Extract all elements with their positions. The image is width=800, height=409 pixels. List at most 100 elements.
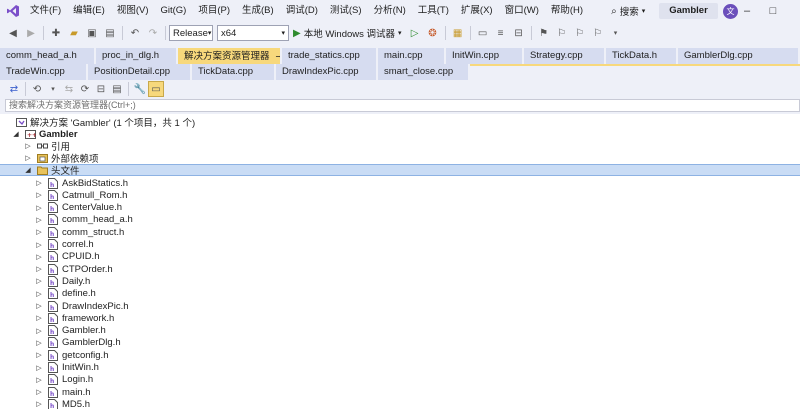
menu-item[interactable]: 调试(D) — [280, 0, 324, 22]
collapse-all-icon[interactable]: ⊟ — [93, 81, 109, 97]
maximize-icon[interactable]: □ — [760, 0, 786, 22]
header-file-item[interactable]: ▷ h correl.h — [0, 239, 800, 251]
collapsed-arrow-icon[interactable]: ▷ — [35, 177, 43, 189]
document-tab[interactable]: comm_head_a.h — [0, 48, 96, 64]
document-tab[interactable]: GamblerDlg.cpp — [678, 48, 800, 64]
format-icon[interactable]: ≡ — [492, 24, 510, 42]
tab-solution-explorer[interactable]: 解决方案资源管理器⊸✕ — [178, 48, 282, 64]
menu-item[interactable]: 工具(T) — [412, 0, 455, 22]
header-file-item[interactable]: ▷ h CPUID.h — [0, 251, 800, 263]
collapsed-arrow-icon[interactable]: ▷ — [35, 226, 43, 238]
collapsed-arrow-icon[interactable]: ▷ — [35, 300, 43, 312]
menu-item[interactable]: 文件(F) — [24, 0, 67, 22]
expanded-arrow-icon[interactable]: ◢ — [12, 128, 20, 140]
external-deps-node[interactable]: ▷ 外部依赖项 — [0, 152, 800, 165]
menu-item[interactable]: 项目(P) — [192, 0, 236, 22]
header-file-item[interactable]: ▷ h getconfig.h — [0, 349, 800, 361]
document-tab[interactable]: Strategy.cpp — [524, 48, 606, 64]
save-all-icon[interactable]: ▤ — [101, 24, 119, 42]
toolbar-options-icon[interactable]: ▾ — [607, 24, 625, 42]
collapsed-arrow-icon[interactable]: ▷ — [24, 140, 32, 152]
header-file-item[interactable]: ▷ h AskBidStatics.h — [0, 177, 800, 189]
collapsed-arrow-icon[interactable]: ▷ — [35, 325, 43, 337]
header-file-item[interactable]: ▷ h Login.h — [0, 374, 800, 386]
collapsed-arrow-icon[interactable]: ▷ — [35, 214, 43, 226]
collapsed-arrow-icon[interactable]: ▷ — [35, 374, 43, 386]
clear-bookmarks-icon[interactable]: ⚐ — [589, 24, 607, 42]
header-file-item[interactable]: ▷ h CTPOrder.h — [0, 263, 800, 275]
back-icon[interactable]: ◀ — [4, 24, 22, 42]
collapsed-arrow-icon[interactable]: ▷ — [35, 362, 43, 374]
menu-item[interactable]: 分析(N) — [368, 0, 412, 22]
chevron-down-icon[interactable]: ▾ — [45, 81, 61, 97]
document-tab[interactable]: smart_close.cpp — [378, 64, 470, 80]
next-bookmark-icon[interactable]: ⚐ — [571, 24, 589, 42]
solution-node[interactable]: 解决方案 'Gambler' (1 个项目，共 1 个) — [0, 116, 800, 129]
solution-explorer-search-input[interactable]: 搜索解决方案资源管理器(Ctrl+;) — [5, 99, 800, 112]
collapsed-arrow-icon[interactable]: ▷ — [35, 337, 43, 349]
project-node[interactable]: ◢ ++ Gambler — [0, 128, 800, 140]
header-file-item[interactable]: ▷ h DrawIndexPic.h — [0, 300, 800, 312]
undo-icon[interactable]: ↶ — [126, 24, 144, 42]
preview-selected-icon[interactable]: ▭ — [148, 81, 164, 97]
collapsed-arrow-icon[interactable]: ▷ — [35, 386, 43, 398]
configuration-dropdown[interactable]: Release ▾ — [169, 25, 213, 41]
header-file-item[interactable]: ▷ h comm_struct.h — [0, 226, 800, 238]
redo-icon[interactable]: ↷ — [144, 24, 162, 42]
collapsed-arrow-icon[interactable]: ▷ — [35, 398, 43, 409]
document-tab[interactable]: InitWin.cpp — [446, 48, 524, 64]
start-without-debugging-icon[interactable]: ▷ — [406, 24, 424, 42]
menu-item[interactable]: 帮助(H) — [545, 0, 589, 22]
header-file-item[interactable]: ▷ h framework.h — [0, 312, 800, 324]
document-tab[interactable]: TickData.cpp — [192, 64, 276, 80]
browse-icon[interactable]: ▦ — [449, 24, 467, 42]
header-file-item[interactable]: ▷ h CenterValue.h — [0, 202, 800, 214]
minimize-icon[interactable]: – — [734, 0, 760, 22]
document-tab[interactable]: main.cpp — [378, 48, 446, 64]
prev-bookmark-icon[interactable]: ⚐ — [553, 24, 571, 42]
hot-reload-icon[interactable]: ❂ — [424, 24, 442, 42]
collapsed-arrow-icon[interactable]: ▷ — [35, 349, 43, 361]
menu-item[interactable]: 编辑(E) — [67, 0, 111, 22]
sync-with-document-icon[interactable]: ⇆ — [61, 81, 77, 97]
visual-studio-logo-icon[interactable] — [2, 0, 24, 22]
open-folder-icon[interactable]: ▰ — [65, 24, 83, 42]
header-file-item[interactable]: ▷ h define.h — [0, 288, 800, 300]
collapsed-arrow-icon[interactable]: ▷ — [35, 251, 43, 263]
show-all-files-icon[interactable]: ▤ — [109, 81, 125, 97]
document-tab[interactable]: DrawIndexPic.cpp — [276, 64, 378, 80]
expanded-arrow-icon[interactable]: ◢ — [24, 164, 32, 176]
collapsed-arrow-icon[interactable]: ▷ — [35, 263, 43, 275]
header-file-item[interactable]: ▷ h Gambler.h — [0, 325, 800, 337]
document-tab[interactable]: TickData.h — [606, 48, 678, 64]
header-file-item[interactable]: ▷ h Daily.h — [0, 275, 800, 287]
collapsed-arrow-icon[interactable]: ▷ — [35, 275, 43, 287]
bookmark-icon[interactable]: ⚑ — [535, 24, 553, 42]
switch-views-icon[interactable]: ⇄ — [6, 81, 22, 97]
properties-wrench-icon[interactable]: 🔧 — [132, 81, 148, 97]
new-item-icon[interactable]: ✚ — [47, 24, 65, 42]
window-layout-icon[interactable]: ▭ — [474, 24, 492, 42]
collapsed-arrow-icon[interactable]: ▷ — [35, 189, 43, 201]
sync-history-icon[interactable]: ⟲ — [29, 81, 45, 97]
menu-item[interactable]: 窗口(W) — [499, 0, 545, 22]
collapsed-arrow-icon[interactable]: ▷ — [35, 312, 43, 324]
document-tab[interactable]: trade_statics.cpp — [282, 48, 378, 64]
platform-dropdown[interactable]: x64 ▾ — [217, 25, 289, 41]
forward-icon[interactable]: ▶ — [22, 24, 40, 42]
header-file-item[interactable]: ▷ h GamblerDlg.h — [0, 337, 800, 349]
menu-item[interactable]: 生成(B) — [236, 0, 280, 22]
menu-item[interactable]: Git(G) — [154, 0, 192, 22]
header-file-item[interactable]: ▷ h Catmull_Rom.h — [0, 189, 800, 201]
collapsed-arrow-icon[interactable]: ▷ — [35, 288, 43, 300]
collapsed-arrow-icon[interactable]: ▷ — [24, 152, 32, 164]
collapsed-arrow-icon[interactable]: ▷ — [35, 239, 43, 251]
header-file-item[interactable]: ▷ h main.h — [0, 386, 800, 398]
menu-item[interactable]: 视图(V) — [111, 0, 155, 22]
header-file-item[interactable]: ▷ h MD5.h — [0, 398, 800, 409]
comment-icon[interactable]: ⊟ — [510, 24, 528, 42]
references-node[interactable]: ▷ 引用 — [0, 140, 800, 153]
menu-item[interactable]: 扩展(X) — [455, 0, 499, 22]
search-button[interactable]: ⌕ 搜索 ▾ — [607, 2, 649, 20]
document-tab[interactable]: proc_in_dlg.h — [96, 48, 178, 64]
